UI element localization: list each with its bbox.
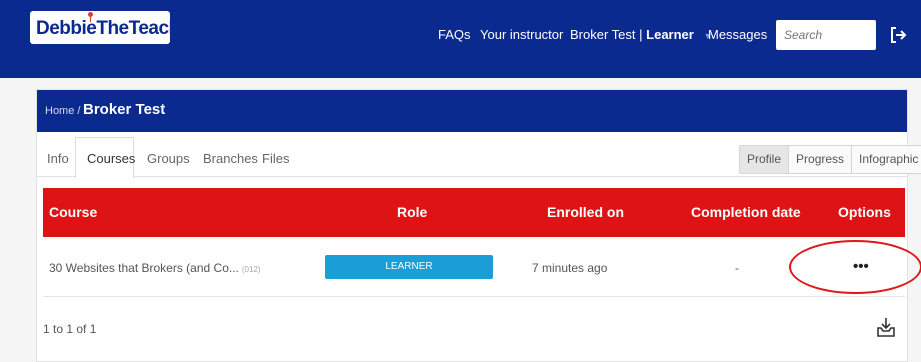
page-title: Broker Test [83,101,166,118]
tab-branches[interactable]: Branches [203,151,258,166]
completion-date-value: - [735,261,739,275]
profile-view-button[interactable]: Profile [740,146,790,173]
nav-your-instructor[interactable]: Your instructor [480,27,563,42]
site-logo[interactable]: DebbieTheTeacher [30,11,197,44]
column-header-enrolled-on[interactable]: Enrolled on [547,204,624,220]
messages-menu[interactable]: Messages ▼ [708,27,786,42]
view-toggle-group: Profile Progress Infographic [739,145,921,174]
tab-courses[interactable]: Courses [87,151,135,166]
course-title: 30 Websites that Brokers (and Co... [49,261,239,275]
table-header: Course Role Enrolled on Completion date … [43,188,905,237]
tab-info[interactable]: Info [47,151,69,166]
column-header-options: Options [838,204,891,220]
search-box [776,20,876,50]
export-icon[interactable] [876,316,896,338]
breadcrumb-home[interactable]: Home / [45,105,80,117]
column-header-completion-date[interactable]: Completion date [691,204,801,220]
user-separator: | [639,27,643,42]
top-navigation-bar: DebbieTheTeacher FAQs Your instructor Br… [0,0,921,78]
user-menu[interactable]: Broker Test | Learner ▼ [570,27,712,42]
tab-groups[interactable]: Groups [147,151,190,166]
panel-header: Home / Broker Test [37,90,907,132]
column-header-role[interactable]: Role [397,204,427,220]
tabs-divider [37,176,907,177]
search-input[interactable] [776,20,876,50]
column-header-course[interactable]: Course [49,204,97,220]
role-badge: LEARNER [325,255,493,279]
highlight-circle [789,240,921,294]
infographic-view-button[interactable]: Infographic [852,146,921,173]
tab-files[interactable]: Files [262,151,289,166]
messages-label: Messages [708,27,768,42]
nav-faqs[interactable]: FAQs [438,27,471,42]
table-row: 30 Websites that Brokers (and Co... (012)… [43,237,905,297]
logo-decoration-dot [88,12,93,17]
enrolled-on-value: 7 minutes ago [532,261,608,275]
logout-icon[interactable] [888,25,908,45]
progress-view-button[interactable]: Progress [789,146,853,173]
course-name[interactable]: 30 Websites that Brokers (and Co... (012) [49,261,261,275]
course-code: (012) [241,265,261,274]
logo-text: DebbieTheTeacher [36,18,197,39]
user-name: Broker Test [570,27,636,42]
user-role: Learner [646,27,694,42]
pagination-info: 1 to 1 of 1 [43,322,97,336]
